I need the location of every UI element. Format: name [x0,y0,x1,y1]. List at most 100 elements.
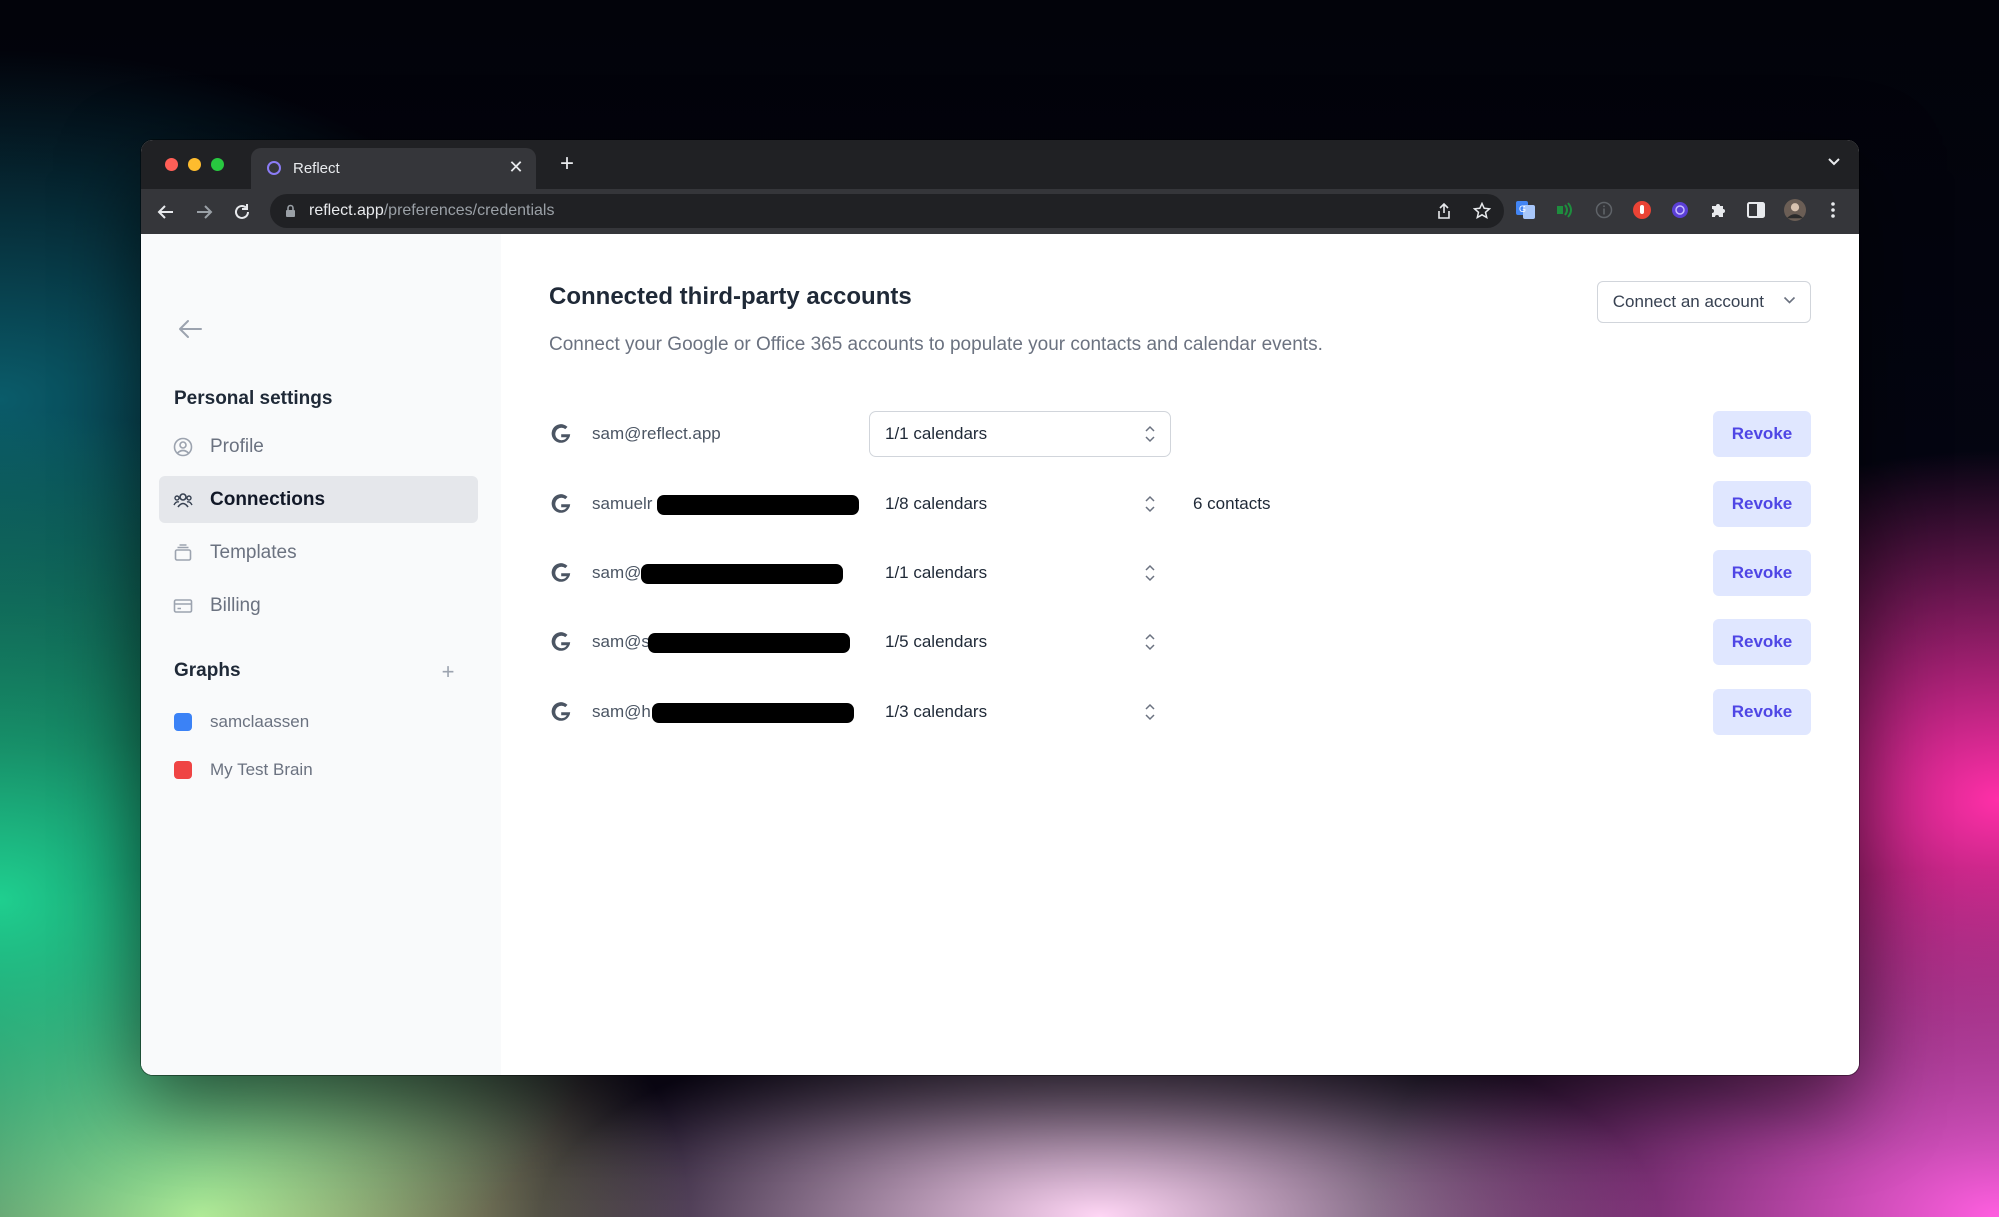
sidebar-item-profile[interactable]: Profile [159,423,478,470]
revoke-button[interactable]: Revoke [1713,689,1811,735]
address-bar[interactable]: reflect.app/preferences/credentials [270,194,1504,228]
translate-extension-icon[interactable]: G [1515,199,1537,221]
chevron-up-down-icon [1145,564,1155,582]
sidebar-item-billing[interactable]: Billing [159,582,478,629]
account-row: samuelr 1/8 calendars 6 contacts Revoke [549,481,1811,527]
profile-avatar-icon[interactable] [1784,199,1806,221]
users-icon [173,493,193,508]
arrow-left-icon [157,205,173,219]
browser-menu-icon[interactable] [1822,199,1844,221]
settings-sidebar: Personal settings Profile Connections Te… [141,234,501,1075]
account-email: samuelr [592,494,653,513]
audio-extension-icon[interactable] [1554,199,1576,221]
new-tab-button[interactable]: + [552,149,582,179]
info-extension-icon[interactable] [1593,199,1615,221]
account-row: sam@s 1/5 calendars Revoke [549,619,1811,665]
calendar-select-value: 1/8 calendars [885,494,988,513]
redaction-bar [652,703,854,723]
sidebar-item-label: Billing [210,595,261,616]
calendar-select-value: 1/3 calendars [885,702,988,721]
reflect-extension-icon[interactable] [1669,199,1691,221]
close-window-button[interactable] [165,158,178,171]
graph-color-swatch [174,713,192,731]
url-host: reflect.app [309,202,384,219]
google-icon [551,494,571,513]
chevron-up-down-icon [1145,425,1155,443]
chevron-up-down-icon [1145,703,1155,721]
account-email: sam@ [592,563,642,582]
google-icon [551,702,571,721]
lock-icon [286,204,295,217]
page-title: Connected third-party accounts [549,283,912,310]
calendar-select[interactable]: 1/5 calendars [869,619,1171,665]
hand-extension-icon[interactable] [1631,199,1653,221]
calendar-select-value: 1/1 calendars [885,563,988,582]
connect-account-label: Connect an account [1612,292,1764,311]
account-row: sam@reflect.app 1/1 calendars Revoke [549,411,1811,457]
redaction-bar [641,564,843,584]
tab-title: Reflect [293,160,340,177]
account-row: sam@ 1/1 calendars Revoke [549,550,1811,596]
calendar-select-value: 1/1 calendars [885,424,988,443]
calendar-select-value: 1/5 calendars [885,632,988,651]
tab-close-icon[interactable]: ✕ [506,157,526,177]
page-content: Personal settings Profile Connections Te… [141,234,1859,1075]
redaction-bar [648,633,850,653]
tab-strip: Reflect ✕ + [141,140,1859,189]
bookmark-star-icon[interactable] [1472,201,1492,221]
personal-settings-heading: Personal settings [174,388,333,409]
template-icon [174,544,192,561]
maximize-window-button[interactable] [211,158,224,171]
user-circle-icon [173,437,193,457]
extensions-puzzle-icon[interactable] [1707,199,1729,221]
chevron-up-down-icon [1145,633,1155,651]
revoke-button[interactable]: Revoke [1713,619,1811,665]
sidebar-item-connections[interactable]: Connections [159,476,478,523]
reload-button[interactable] [229,199,255,225]
revoke-button[interactable]: Revoke [1713,411,1811,457]
browser-tab[interactable]: Reflect ✕ [251,148,536,189]
back-arrow-icon[interactable] [175,314,205,344]
revoke-button[interactable]: Revoke [1713,550,1811,596]
page-subtitle: Connect your Google or Office 365 accoun… [549,334,1323,355]
calendar-select[interactable]: 1/1 calendars [869,550,1171,596]
calendar-select[interactable]: 1/3 calendars [869,689,1171,735]
url-path: /preferences/credentials [383,202,555,219]
graphs-heading: Graphs [174,660,241,681]
sidebar-item-templates[interactable]: Templates [159,529,478,576]
sidebar-item-label: Templates [210,542,297,563]
graph-color-swatch [174,761,192,779]
forward-button[interactable] [191,199,217,225]
calendar-select[interactable]: 1/1 calendars [869,411,1171,457]
sidebar-item-label: Connections [210,489,326,510]
google-icon [551,424,571,443]
account-email: sam@s [592,632,650,651]
redaction-bar [657,495,859,515]
connect-account-button[interactable]: Connect an account [1596,281,1811,323]
credit-card-icon [173,599,193,613]
account-email: sam@h [592,702,651,721]
calendar-select[interactable]: 1/8 calendars [869,481,1171,527]
sidebar-item-label: Profile [210,436,264,457]
tab-search-chevron-icon[interactable] [1827,154,1841,172]
reflect-favicon-icon [267,161,281,175]
url-text: reflect.app/preferences/credentials [309,202,554,220]
share-icon[interactable] [1434,201,1454,221]
graph-label: samclaassen [210,712,310,731]
minimize-window-button[interactable] [188,158,201,171]
side-panel-icon[interactable] [1745,199,1767,221]
contacts-count: 6 contacts [1193,494,1271,513]
reload-icon [235,204,249,219]
window-controls [165,158,224,171]
back-button[interactable] [153,199,179,225]
main-panel: Connected third-party accounts Connect y… [501,234,1859,1075]
google-icon [551,563,571,582]
browser-window: Reflect ✕ + reflect.app/preferences/cred… [141,140,1859,1075]
google-icon [551,632,571,651]
arrow-right-icon [197,205,213,219]
account-row: sam@h 1/3 calendars Revoke [549,689,1811,735]
revoke-button[interactable]: Revoke [1713,481,1811,527]
add-graph-plus-icon[interactable]: + [438,661,458,683]
account-email: sam@reflect.app [592,424,721,443]
svg-text:G: G [1519,204,1526,214]
